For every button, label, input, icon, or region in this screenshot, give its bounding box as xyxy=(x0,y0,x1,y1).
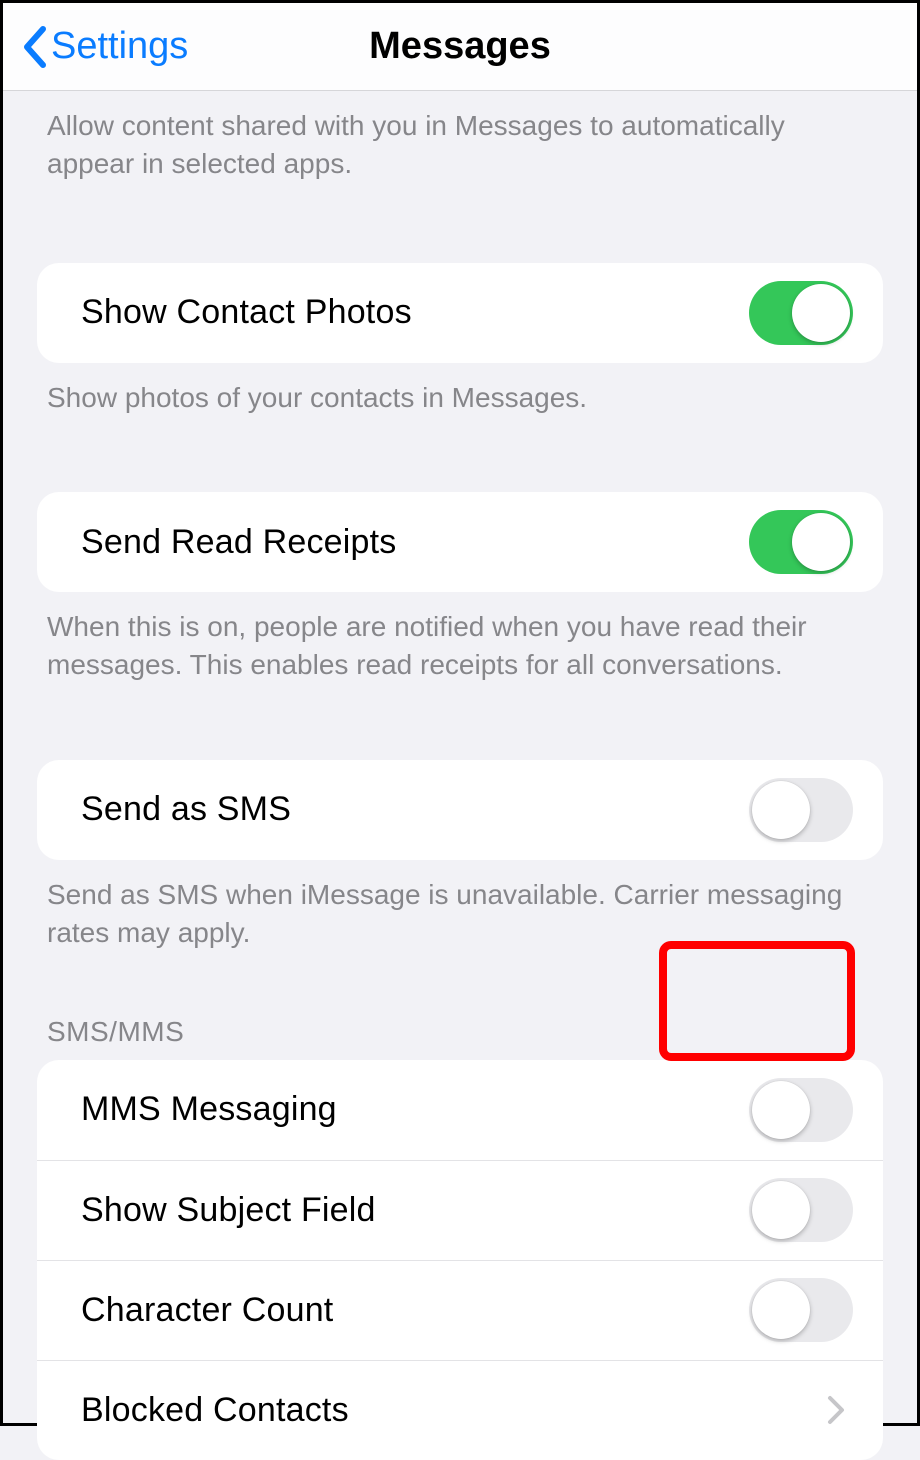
back-button[interactable]: Settings xyxy=(21,25,188,68)
blocked-contacts-row[interactable]: Blocked Contacts xyxy=(37,1360,883,1460)
send-read-receipts-label: Send Read Receipts xyxy=(81,523,396,562)
chevron-left-icon xyxy=(21,26,47,68)
sms-mms-group: MMS Messaging Show Subject Field Charact… xyxy=(37,1060,883,1460)
show-subject-field-row[interactable]: Show Subject Field xyxy=(37,1160,883,1260)
show-subject-field-toggle[interactable] xyxy=(749,1178,853,1242)
chevron-right-icon xyxy=(827,1395,845,1425)
show-subject-field-label: Show Subject Field xyxy=(81,1191,376,1230)
send-read-receipts-toggle[interactable] xyxy=(749,510,853,574)
read-receipts-group: Send Read Receipts xyxy=(37,492,883,592)
send-as-sms-toggle[interactable] xyxy=(749,778,853,842)
character-count-row[interactable]: Character Count xyxy=(37,1260,883,1360)
sms-mms-header: SMS/MMS xyxy=(3,972,917,1060)
blocked-contacts-label: Blocked Contacts xyxy=(81,1391,349,1430)
send-as-sms-label: Send as SMS xyxy=(81,790,291,829)
send-as-sms-group: Send as SMS xyxy=(37,760,883,860)
nav-header: Settings Messages xyxy=(3,3,917,91)
send-as-sms-row[interactable]: Send as SMS xyxy=(37,760,883,860)
contact-photos-footer: Show photos of your contacts in Messages… xyxy=(3,363,917,437)
show-contact-photos-label: Show Contact Photos xyxy=(81,293,412,332)
contact-photos-group: Show Contact Photos xyxy=(37,263,883,363)
shared-with-you-footer: Allow content shared with you in Message… xyxy=(3,91,917,203)
character-count-toggle[interactable] xyxy=(749,1278,853,1342)
show-contact-photos-row[interactable]: Show Contact Photos xyxy=(37,263,883,363)
back-label: Settings xyxy=(51,25,188,68)
character-count-label: Character Count xyxy=(81,1291,333,1330)
mms-messaging-toggle[interactable] xyxy=(749,1078,853,1142)
show-contact-photos-toggle[interactable] xyxy=(749,281,853,345)
send-as-sms-footer: Send as SMS when iMessage is unavailable… xyxy=(3,860,917,972)
mms-messaging-row[interactable]: MMS Messaging xyxy=(37,1060,883,1160)
read-receipts-footer: When this is on, people are notified whe… xyxy=(3,592,917,704)
mms-messaging-label: MMS Messaging xyxy=(81,1090,337,1129)
send-read-receipts-row[interactable]: Send Read Receipts xyxy=(37,492,883,592)
